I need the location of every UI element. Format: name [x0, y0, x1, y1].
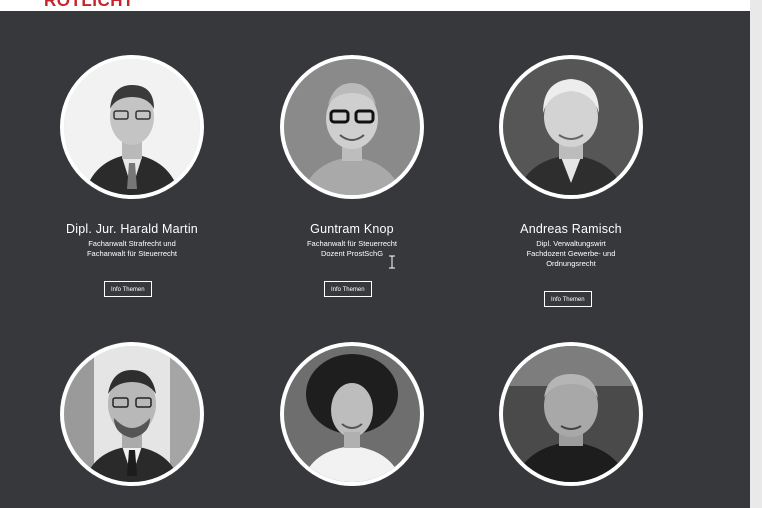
portrait-photo [280, 342, 424, 486]
person-role-line: Fachanwalt Strafrecht und [88, 239, 176, 248]
person-role-line: Dozent ProstSchG [320, 249, 384, 258]
info-themen-button[interactable]: Info Themen [104, 281, 152, 297]
person-name: Dipl. Jur. Harald Martin [66, 222, 198, 236]
person-role-line: Ordnungsrecht [546, 259, 596, 268]
person-role-line: Fachanwalt für Steuerrecht [86, 249, 178, 258]
info-themen-button[interactable]: Info Themen [544, 291, 592, 307]
person-role-line: Dipl. Verwaltungswirt [536, 239, 606, 248]
portrait-photo [280, 55, 424, 199]
text-cursor-icon [389, 255, 395, 269]
person-name: Andreas Ramisch [520, 222, 622, 236]
info-themen-button[interactable]: Info Themen [324, 281, 372, 297]
portrait-photo [499, 55, 643, 199]
scrollbar[interactable] [750, 0, 762, 508]
portrait-photo [60, 55, 204, 199]
site-header: ROTLICHT [0, 0, 750, 11]
person-name: Guntram Knop [310, 222, 394, 236]
person-role-line: Fachanwalt für Steuerrecht [306, 239, 398, 248]
person-role-line: Fachdozent Gewerbe- und [526, 249, 616, 258]
portrait-photo [60, 342, 204, 486]
portrait-photo [499, 342, 643, 486]
site-logo[interactable]: ROTLICHT [44, 0, 134, 11]
